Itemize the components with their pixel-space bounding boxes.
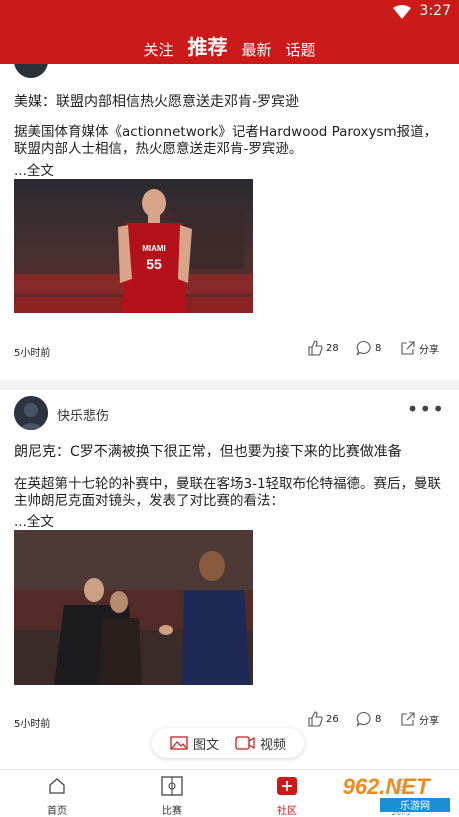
nav-community-label: 社区 [277, 806, 297, 817]
post-body[interactable]: 据美国体育媒体《actionnetwork》记者Hardwood Paroxys… [14, 124, 446, 158]
share-button[interactable]: 分享 [400, 711, 439, 727]
watermark-logo: 962.NET 乐游网 [318, 772, 454, 814]
watermark-subtitle: 乐游网 [400, 799, 430, 812]
author-name[interactable]: 快乐悲伤 [57, 405, 109, 424]
comment-count: 8 [375, 713, 382, 725]
jersey-team-text: MIAMI [142, 244, 166, 253]
like-count: 28 [326, 342, 339, 354]
tab-latest[interactable]: 最新 [241, 39, 271, 60]
image-text-label: 图文 [192, 737, 219, 753]
wifi-icon [393, 5, 411, 19]
share-label: 分享 [419, 344, 439, 356]
nav-home-label: 首页 [47, 806, 67, 817]
post-title[interactable]: 美媒：联盟内部相信热火愿意送走邓肯-罗宾逊 [14, 91, 444, 111]
football-photo [14, 530, 253, 685]
like-button[interactable]: 26 [307, 711, 339, 727]
post-card[interactable]: 美媒：联盟内部相信热火愿意送走邓肯-罗宾逊 据美国体育媒体《actionnetw… [0, 64, 459, 380]
avatar[interactable] [14, 396, 48, 430]
feed[interactable]: 美媒：联盟内部相信热火愿意送走邓肯-罗宾逊 据美国体育媒体《actionnetw… [0, 64, 459, 769]
tab-following[interactable]: 关注 [143, 39, 173, 60]
top-header: 3:27 关注 推荐 最新 话题 [0, 0, 459, 64]
tab-recommended[interactable]: 推荐 [187, 31, 227, 60]
post-divider [0, 380, 459, 390]
comment-icon [356, 711, 371, 727]
nav-home[interactable]: 首页 [22, 776, 92, 817]
full-text-link[interactable]: ...全文 [14, 510, 54, 530]
more-options-icon[interactable]: ••• [407, 397, 445, 421]
comment-count: 8 [375, 342, 382, 354]
share-button[interactable]: 分享 [400, 340, 439, 356]
nav-matches[interactable]: 比赛 [137, 776, 207, 817]
pitch-icon [161, 776, 183, 796]
watermark-brand: 962.NET [343, 774, 431, 799]
post-video-button[interactable]: 视频 [235, 734, 286, 753]
share-label: 分享 [419, 715, 439, 727]
post-image[interactable] [14, 530, 253, 685]
image-icon [170, 736, 188, 750]
feed-tabs: 关注 推荐 最新 话题 [0, 30, 459, 60]
post-time: 5小时前 [14, 719, 51, 730]
comment-button[interactable]: 8 [356, 340, 381, 356]
status-bar: 3:27 [0, 0, 459, 24]
post-card[interactable]: 快乐悲伤 ••• 朗尼克：C罗不满被换下很正常，但也要为接下来的比赛做准备 在英… [0, 390, 459, 769]
avatar[interactable] [14, 64, 48, 78]
full-text-link[interactable]: ...全文 [14, 159, 54, 179]
share-icon [401, 341, 415, 355]
post-image[interactable]: MIAMI 55 [14, 179, 253, 313]
avatar-image [14, 396, 48, 430]
comment-icon [356, 340, 371, 356]
thumbs-up-icon [308, 340, 323, 356]
nav-community[interactable]: 社区 [252, 776, 322, 817]
thumbs-up-icon [308, 711, 323, 727]
post-time: 5小时前 [14, 348, 51, 359]
video-label: 视频 [259, 737, 286, 753]
basketball-photo: MIAMI 55 [14, 179, 253, 313]
like-count: 26 [326, 713, 339, 725]
post-body[interactable]: 在英超第十七轮的补赛中，曼联在客场3-1轻取布伦特福德。赛后，曼联主帅朗尼克面对… [14, 476, 446, 510]
home-icon [49, 778, 65, 794]
post-image-text-button[interactable]: 图文 [170, 734, 219, 753]
jersey-number-text: 55 [146, 256, 162, 272]
share-icon [401, 712, 415, 726]
compose-pill: 图文 视频 [152, 728, 304, 758]
tab-topics[interactable]: 话题 [286, 39, 316, 60]
status-time: 3:27 [419, 3, 451, 19]
post-title[interactable]: 朗尼克：C罗不满被换下很正常，但也要为接下来的比赛做准备 [14, 441, 444, 461]
post-meta: 5小时前 28 8 分享 [0, 340, 459, 360]
plus-icon [277, 777, 297, 795]
video-icon [235, 736, 255, 750]
nav-matches-label: 比赛 [162, 806, 182, 817]
comment-button[interactable]: 8 [356, 711, 381, 727]
like-button[interactable]: 28 [307, 340, 339, 356]
